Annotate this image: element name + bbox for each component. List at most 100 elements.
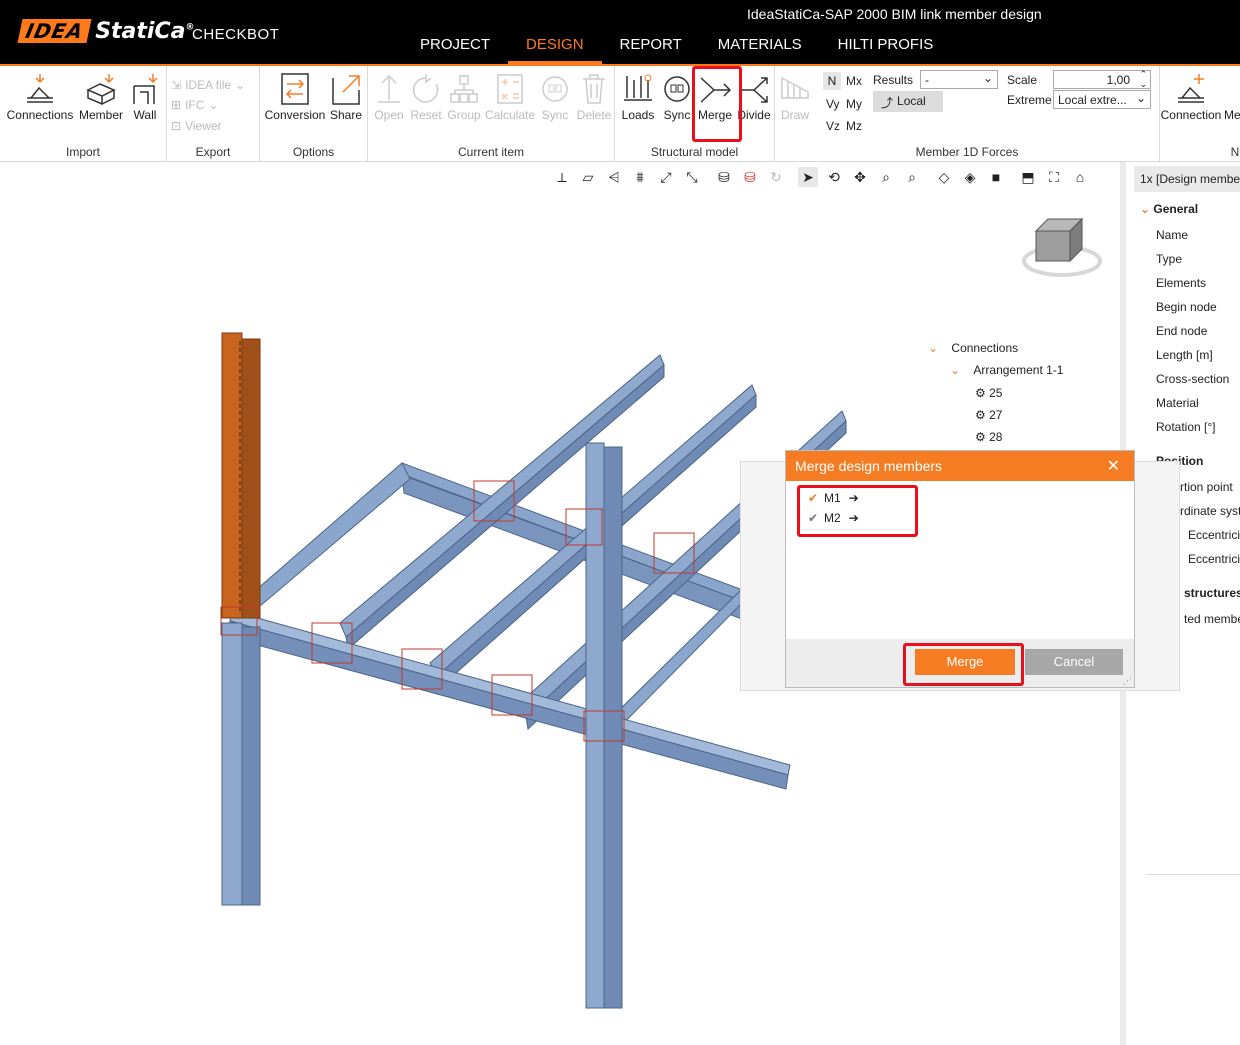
group-new: Connection Me Ne	[1160, 66, 1240, 162]
group-import: Connections Member Wall Import	[0, 66, 167, 162]
tab-design[interactable]: DESIGN	[508, 30, 602, 64]
sync-current-button[interactable]: Sync	[537, 70, 573, 122]
import-connections-button[interactable]: Connections	[5, 70, 75, 122]
tree-connections[interactable]: ⌄ Connections	[928, 341, 1018, 355]
prop-name: Name	[1156, 228, 1189, 242]
zoom-window-icon[interactable]: ⌕	[902, 167, 922, 187]
calculate-button[interactable]: Calculate	[484, 70, 536, 122]
tree-item-27[interactable]: ⚙ 27	[975, 408, 1002, 422]
resize-grip-icon[interactable]: ⋰	[1123, 676, 1132, 687]
objects-icon[interactable]: ⛁	[714, 167, 734, 187]
hide-icon[interactable]: ⛁	[740, 167, 760, 187]
group-label: Group	[447, 108, 481, 122]
idea-file-icon: ⇲	[171, 78, 182, 92]
force-mx-toggle[interactable]: Mx	[846, 74, 862, 88]
tab-hilti-profis[interactable]: HILTI PROFIS	[820, 30, 952, 64]
dialog-header: Merge design members ✕	[786, 451, 1134, 481]
import-member-label: Member	[78, 108, 123, 122]
section-icon[interactable]: ▱	[578, 167, 598, 187]
new-member-label: Me	[1224, 108, 1240, 122]
prop-eccentricity-z: Eccentricit	[1188, 552, 1240, 566]
title-bar: IDEA StatiCa® CHECKBOT IdeaStatiCa-SAP 2…	[0, 0, 1240, 64]
group-button[interactable]: Group	[445, 70, 483, 122]
results-select-value: -	[925, 73, 929, 87]
import-wall-button[interactable]: Wall	[127, 70, 163, 122]
group-options-label: Options	[292, 145, 335, 159]
home-icon[interactable]: ⌂	[1070, 167, 1090, 187]
support-icon[interactable]: ⩤	[604, 167, 624, 187]
export-viewer[interactable]: ⊡ Viewer	[171, 119, 222, 133]
scale-value: 1,00	[1106, 73, 1130, 87]
fullscreen-icon[interactable]: ⛶	[1044, 167, 1064, 187]
results-label: Results	[873, 73, 914, 87]
members-list-highlight	[797, 485, 918, 537]
wireframe-icon[interactable]: ◇	[934, 167, 954, 187]
tab-project[interactable]: PROJECT	[402, 30, 508, 64]
draw-icon	[781, 76, 809, 99]
gear-icon: ⚙	[975, 386, 986, 400]
export-idea-file[interactable]: ⇲ IDEA file ⌄	[171, 78, 245, 92]
tab-report[interactable]: REPORT	[602, 30, 700, 64]
sync-model-button[interactable]: Sync	[659, 70, 695, 122]
share-button[interactable]: Share	[328, 70, 364, 122]
pan-icon[interactable]: ✥	[850, 167, 870, 187]
ifc-icon: ⊞	[171, 98, 182, 112]
force-vz-toggle[interactable]: Vz	[826, 119, 840, 133]
pointer-icon[interactable]: ➤	[798, 167, 818, 187]
results-select[interactable]: - ⌄	[920, 70, 998, 89]
scale-input[interactable]: 1,00 ⌃ ⌄	[1053, 69, 1151, 89]
logo-idea: IDEA	[17, 19, 92, 43]
reset-button[interactable]: Reset	[408, 70, 444, 122]
column-left-selected[interactable]	[221, 332, 261, 619]
prop-connected-members: ted membe	[1184, 612, 1240, 626]
transparent-icon[interactable]: ◈	[960, 167, 980, 187]
export-idea-file-label: IDEA file	[185, 78, 232, 92]
local-toggle[interactable]: ⤴ Local	[873, 91, 943, 112]
solid-icon[interactable]: ■	[986, 167, 1006, 187]
column-left-lower[interactable]	[221, 622, 261, 906]
view-cube-icon	[1022, 217, 1102, 277]
view-cube[interactable]	[1022, 213, 1102, 283]
new-connection-button[interactable]: Connection	[1160, 70, 1222, 122]
column-middle[interactable]	[585, 442, 623, 1009]
group-import-label: Import	[65, 145, 100, 159]
loads-button[interactable]: Loads	[618, 70, 658, 122]
draw-button[interactable]: Draw	[777, 70, 813, 122]
force-mz-toggle[interactable]: Mz	[846, 119, 862, 133]
delete-button[interactable]: Delete	[574, 70, 614, 122]
structures-header[interactable]: structures	[1184, 586, 1240, 600]
cancel-button[interactable]: Cancel	[1025, 649, 1123, 675]
grid-icon[interactable]: ⩩	[630, 167, 650, 187]
chevron-down-icon: ⌄	[208, 98, 219, 112]
view-toolbar: ⟂ ▱ ⩤ ⩩ ⤢ ⤡ ⛁ ⛁ ↻ ➤ ⟲ ✥ ⌕ ⌕ ◇ ◈ ■ ⬒ ⛶ ⌂	[552, 166, 1090, 188]
tree-connections-label: Connections	[951, 341, 1019, 355]
force-my-toggle[interactable]: My	[846, 97, 862, 111]
tab-materials[interactable]: MATERIALS	[700, 30, 820, 64]
tree-item-28[interactable]: ⚙ 28	[975, 430, 1002, 444]
group-member-forces: Draw N Mx Vy My Vz Mz Results - ⌄ ⤴ Loca…	[775, 66, 1160, 162]
extreme-select[interactable]: Local extre... ⌄	[1053, 90, 1151, 109]
spinner-icon[interactable]: ⌃ ⌄	[1139, 69, 1147, 89]
tree-arrangement[interactable]: ⌄ Arrangement 1-1	[950, 363, 1063, 377]
force-n-toggle[interactable]: N	[823, 72, 841, 90]
coordinates-icon[interactable]: ⤢	[656, 167, 676, 187]
general-section[interactable]: ⌄ General	[1140, 202, 1198, 216]
new-member-button[interactable]: Me	[1224, 70, 1240, 122]
force-vy-toggle[interactable]: Vy	[826, 97, 840, 111]
prop-length: Length [m]	[1156, 348, 1213, 362]
import-member-button[interactable]: Member	[76, 70, 126, 122]
zoom-icon[interactable]: ⌕	[876, 167, 896, 187]
rotate-icon[interactable]: ↻	[766, 167, 786, 187]
tree-item-25[interactable]: ⚙ 25	[975, 386, 1002, 400]
local-axes-icon: ⤴	[881, 96, 894, 110]
close-icon[interactable]: ✕	[1107, 456, 1120, 476]
view-3d-icon[interactable]: ⬒	[1018, 167, 1038, 187]
local-label: Local	[897, 94, 926, 108]
orbit-icon[interactable]: ⟲	[824, 167, 844, 187]
export-ifc[interactable]: ⊞ IFC ⌄	[171, 98, 218, 112]
local-axes-icon[interactable]: ⤡	[682, 167, 702, 187]
axis-icon[interactable]: ⟂	[552, 167, 572, 187]
conversion-button[interactable]: Conversion	[263, 70, 327, 122]
properties-tab[interactable]: 1x [Design membe	[1134, 166, 1240, 192]
open-button[interactable]: Open	[371, 70, 407, 122]
